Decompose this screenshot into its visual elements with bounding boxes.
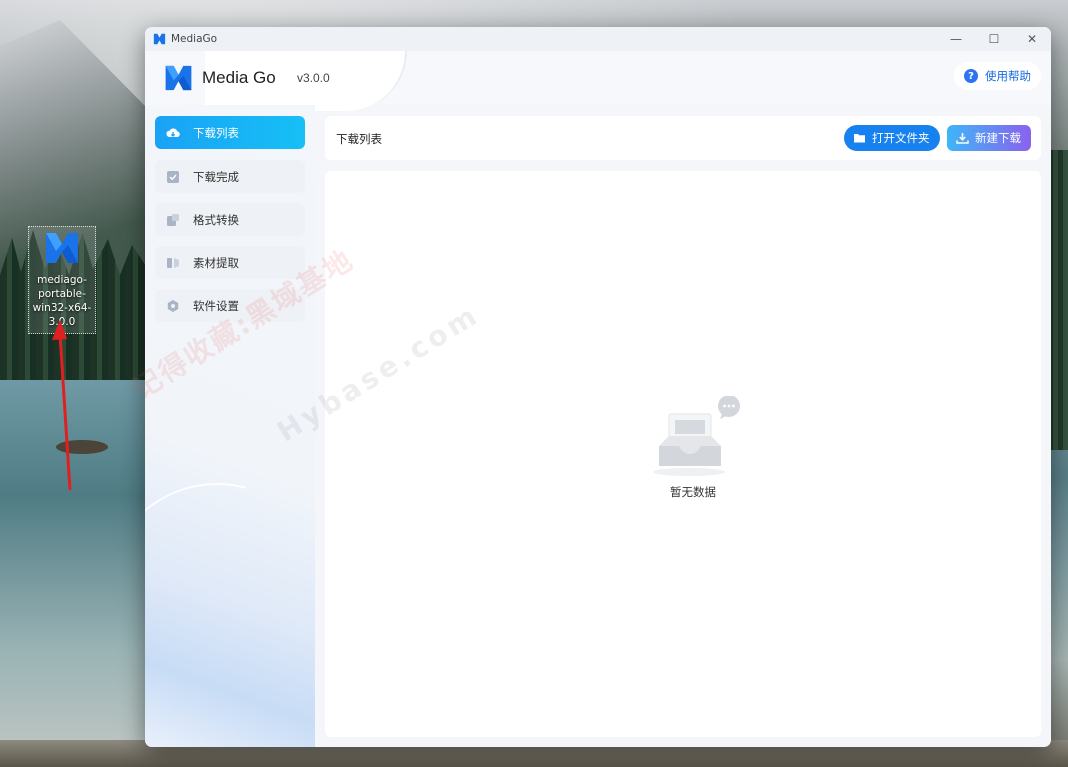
empty-inbox-icon	[653, 396, 740, 476]
app-version: v3.0.0	[297, 71, 330, 85]
cloud-download-icon	[166, 127, 180, 137]
app-name: Media Go	[202, 68, 276, 87]
convert-icon	[167, 213, 179, 226]
sidebar-item-settings[interactable]: 软件设置	[155, 289, 305, 322]
new-download-button[interactable]: 新建下载	[947, 125, 1031, 151]
sidebar-item-label: 软件设置	[193, 298, 239, 313]
sidebar-item-label: 下载完成	[193, 169, 239, 184]
window-controls: — ☐ ✕	[937, 27, 1051, 51]
download-list-panel: 暂无数据	[325, 171, 1041, 737]
open-folder-label: 打开文件夹	[872, 131, 930, 145]
app-logo-icon	[153, 33, 166, 45]
settings-icon	[167, 299, 179, 312]
new-download-label: 新建下载	[975, 131, 1021, 145]
sidebar: 下载列表 下载完成 格式转换 素材提取 软件设置	[145, 105, 370, 747]
check-box-icon	[167, 170, 179, 183]
open-folder-button[interactable]: 打开文件夹	[844, 125, 940, 151]
folder-icon	[854, 134, 865, 143]
empty-state-text: 暂无数据	[670, 485, 716, 499]
title-bar[interactable]: MediaGo — ☐ ✕	[145, 27, 1051, 51]
sidebar-item-material-extract[interactable]: 素材提取	[155, 246, 305, 279]
sidebar-item-download-complete[interactable]: 下载完成	[155, 160, 305, 193]
help-button[interactable]: ? 使用帮助	[954, 62, 1041, 90]
page-title: 下载列表	[336, 132, 382, 146]
brand: Media Go	[164, 64, 276, 92]
maximize-button[interactable]: ☐	[975, 27, 1013, 51]
red-arrow-annotation	[52, 320, 72, 491]
minimize-button[interactable]: —	[937, 27, 975, 51]
desktop-wallpaper-forest-right	[1048, 150, 1068, 450]
sidebar-item-format-convert[interactable]: 格式转换	[155, 203, 305, 236]
mediago-window: MediaGo — ☐ ✕ Media Go v3.0.0 ? 使用帮助 下载列…	[145, 27, 1051, 747]
sidebar-item-label: 格式转换	[193, 212, 239, 227]
app-header: Media Go v3.0.0 ? 使用帮助	[145, 51, 1051, 111]
extract-icon	[167, 257, 179, 268]
help-label: 使用帮助	[985, 69, 1031, 83]
help-icon: ?	[964, 69, 978, 83]
sidebar-item-download-list[interactable]: 下载列表	[155, 116, 305, 149]
download-icon	[956, 133, 969, 144]
sidebar-item-label: 素材提取	[193, 255, 239, 270]
desktop-shortcut[interactable]: mediago-portable-win32-x64-3.0.0	[28, 226, 96, 334]
toolbar: 下载列表 打开文件夹 新建下载	[325, 116, 1041, 160]
media-go-logo-icon	[165, 65, 192, 91]
sidebar-item-label: 下载列表	[193, 125, 239, 140]
mediago-app-icon	[46, 233, 78, 263]
window-title: MediaGo	[171, 33, 218, 45]
empty-state: 暂无数据	[643, 396, 743, 500]
close-button[interactable]: ✕	[1013, 27, 1051, 51]
